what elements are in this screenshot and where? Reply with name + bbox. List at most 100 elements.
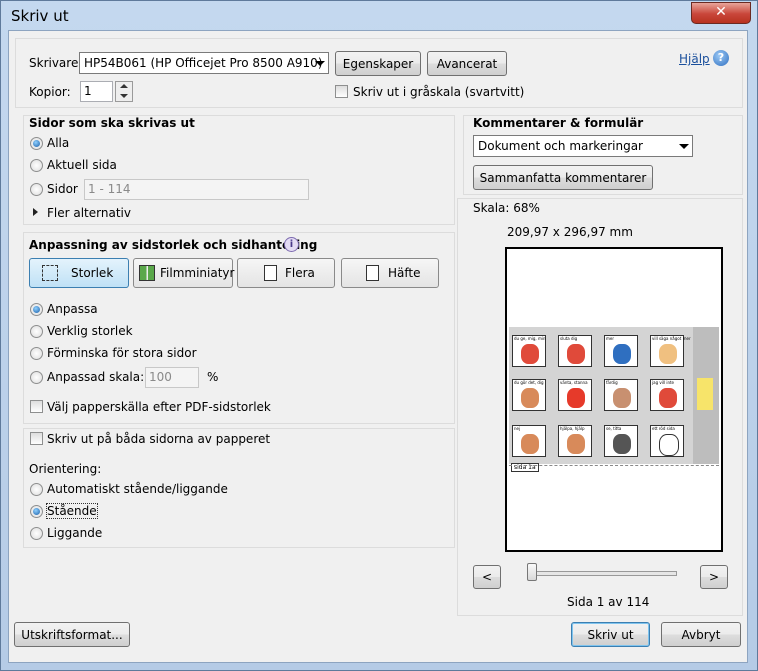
pictogram-icon bbox=[613, 388, 631, 408]
tile-caption: se, titta bbox=[606, 426, 622, 431]
radio-portrait[interactable] bbox=[30, 505, 43, 518]
tile-caption: vill säga något mer bbox=[652, 336, 691, 341]
pictogram-icon bbox=[567, 388, 585, 408]
copies-stepper[interactable] bbox=[115, 81, 133, 102]
tile-caption: nej bbox=[514, 426, 521, 431]
booklet-icon bbox=[366, 265, 379, 281]
summarize-comments-button[interactable]: Sammanfatta kommentarer bbox=[473, 165, 653, 190]
tile-caption: hjälpa, hjälp bbox=[560, 426, 585, 431]
close-icon: ✕ bbox=[715, 4, 727, 20]
preview-yellow-tag bbox=[697, 378, 713, 410]
tab-size[interactable]: Storlek bbox=[29, 258, 129, 288]
duplex-label: Skriv ut på båda sidorna av papperet bbox=[47, 432, 271, 446]
cancel-button[interactable]: Avbryt bbox=[661, 622, 741, 647]
tab-poster-label: Filmminiatyr bbox=[160, 266, 235, 280]
preview-symbol-tile: du gör det, dig bbox=[512, 379, 546, 411]
preview-symbol-tile: ett röd sida bbox=[650, 425, 684, 457]
radio-custom-scale[interactable] bbox=[30, 371, 43, 384]
page-status: Sida 1 av 114 bbox=[567, 595, 650, 609]
printer-label: Skrivare: bbox=[29, 56, 83, 70]
copies-label: Kopior: bbox=[29, 85, 71, 99]
preview-symbol-tile: du ge, mig, min bbox=[512, 335, 546, 367]
custom-scale-input[interactable]: 100 bbox=[145, 367, 199, 388]
stepper-down-icon[interactable] bbox=[120, 94, 128, 98]
radio-landscape-label: Liggande bbox=[47, 526, 103, 540]
poster-grid-icon bbox=[139, 265, 155, 281]
radio-current-label: Aktuell sida bbox=[47, 158, 117, 172]
print-button[interactable]: Skriv ut bbox=[571, 622, 650, 647]
radio-landscape[interactable] bbox=[30, 527, 43, 540]
radio-actual-size[interactable] bbox=[30, 325, 43, 338]
next-page-button[interactable]: > bbox=[700, 565, 728, 589]
tab-poster[interactable]: Filmminiatyr bbox=[133, 258, 235, 288]
radio-portrait-label: Stående bbox=[46, 503, 98, 519]
paper-source-checkbox[interactable] bbox=[30, 400, 43, 413]
preview-symbol-tile: hjälpa, hjälp bbox=[558, 425, 592, 457]
tab-multiple[interactable]: Flera bbox=[237, 258, 335, 288]
printer-select[interactable]: HP54B061 (HP Officejet Pro 8500 A910) bbox=[79, 52, 329, 74]
tile-caption: ett röd sida bbox=[652, 426, 675, 431]
orientation-heading: Orientering: bbox=[29, 462, 102, 476]
help-link[interactable]: Hjälp bbox=[679, 52, 710, 66]
page-range-input[interactable]: 1 - 114 bbox=[84, 179, 309, 200]
info-icon[interactable]: i bbox=[284, 237, 299, 252]
chevron-down-icon bbox=[310, 53, 328, 73]
properties-button[interactable]: Egenskaper bbox=[335, 51, 421, 76]
pages-heading: Sidor som ska skrivas ut bbox=[29, 116, 195, 130]
radio-fit[interactable] bbox=[30, 303, 43, 316]
multiple-pages-icon bbox=[264, 265, 277, 281]
tab-booklet[interactable]: Häfte bbox=[341, 258, 439, 288]
tile-caption: du gör det, dig bbox=[514, 380, 544, 385]
pictogram-icon bbox=[659, 344, 677, 364]
radio-shrink[interactable] bbox=[30, 347, 43, 360]
grayscale-checkbox[interactable] bbox=[335, 85, 348, 98]
radio-auto-label: Automatiskt stående/liggande bbox=[47, 482, 228, 496]
pictogram-icon bbox=[659, 388, 677, 408]
page-slider-track[interactable] bbox=[530, 571, 677, 576]
tile-caption: du ge, mig, min bbox=[514, 336, 546, 341]
tab-booklet-label: Häfte bbox=[388, 266, 421, 280]
pictogram-icon bbox=[567, 344, 585, 364]
duplex-checkbox[interactable] bbox=[30, 432, 43, 445]
comments-heading: Kommentarer & formulär bbox=[473, 116, 644, 130]
radio-all-label: Alla bbox=[47, 136, 70, 150]
preview-cut-line bbox=[509, 465, 719, 466]
radio-current-page[interactable] bbox=[30, 159, 43, 172]
pictogram-icon bbox=[613, 434, 631, 454]
tile-caption: jag vill inte bbox=[652, 380, 675, 385]
preview-symbol-tile: jag vill inte bbox=[650, 379, 684, 411]
radio-custom-label: Anpassad skala: bbox=[47, 370, 145, 384]
radio-fit-label: Anpassa bbox=[47, 302, 98, 316]
tile-caption: sluta dig bbox=[560, 336, 578, 341]
advanced-button[interactable]: Avancerat bbox=[427, 51, 507, 76]
tile-caption: färdig bbox=[606, 380, 618, 385]
dimensions-label: 209,97 x 296,97 mm bbox=[507, 225, 633, 239]
preview-symbol-tile: vill säga något mer bbox=[650, 335, 691, 367]
tile-caption: vänta, stanna bbox=[560, 380, 588, 385]
radio-all[interactable] bbox=[30, 137, 43, 150]
pictogram-icon bbox=[567, 434, 585, 454]
resize-icon bbox=[42, 265, 58, 281]
page-slider-thumb[interactable] bbox=[527, 563, 537, 581]
close-button[interactable]: ✕ bbox=[691, 2, 751, 24]
sizing-heading: Anpassning av sidstorlek och sidhanterin… bbox=[29, 238, 318, 252]
preview-symbol-tile: vänta, stanna bbox=[558, 379, 592, 411]
preview-symbol-tile: nej bbox=[512, 425, 546, 457]
printer-value: HP54B061 (HP Officejet Pro 8500 A910) bbox=[84, 56, 323, 70]
comments-select[interactable]: Dokument och markeringar bbox=[473, 135, 693, 157]
tab-multiple-label: Flera bbox=[285, 266, 315, 280]
page-setup-button[interactable]: Utskriftsformat... bbox=[14, 622, 130, 647]
radio-auto-orientation[interactable] bbox=[30, 483, 43, 496]
pictogram-icon bbox=[521, 388, 539, 408]
copies-input[interactable]: 1 bbox=[80, 81, 113, 102]
help-icon[interactable]: ? bbox=[713, 50, 729, 66]
more-options-link[interactable]: Fler alternativ bbox=[47, 206, 131, 220]
tab-size-label: Storlek bbox=[71, 266, 114, 280]
expand-arrow-icon[interactable] bbox=[33, 208, 38, 216]
prev-page-button[interactable]: < bbox=[473, 565, 501, 589]
radio-pages[interactable] bbox=[30, 183, 43, 196]
stepper-up-icon[interactable] bbox=[120, 84, 128, 88]
radio-shrink-label: Förminska för stora sidor bbox=[47, 346, 197, 360]
radio-actual-label: Verklig storlek bbox=[47, 324, 133, 338]
pictogram-icon bbox=[613, 344, 631, 364]
